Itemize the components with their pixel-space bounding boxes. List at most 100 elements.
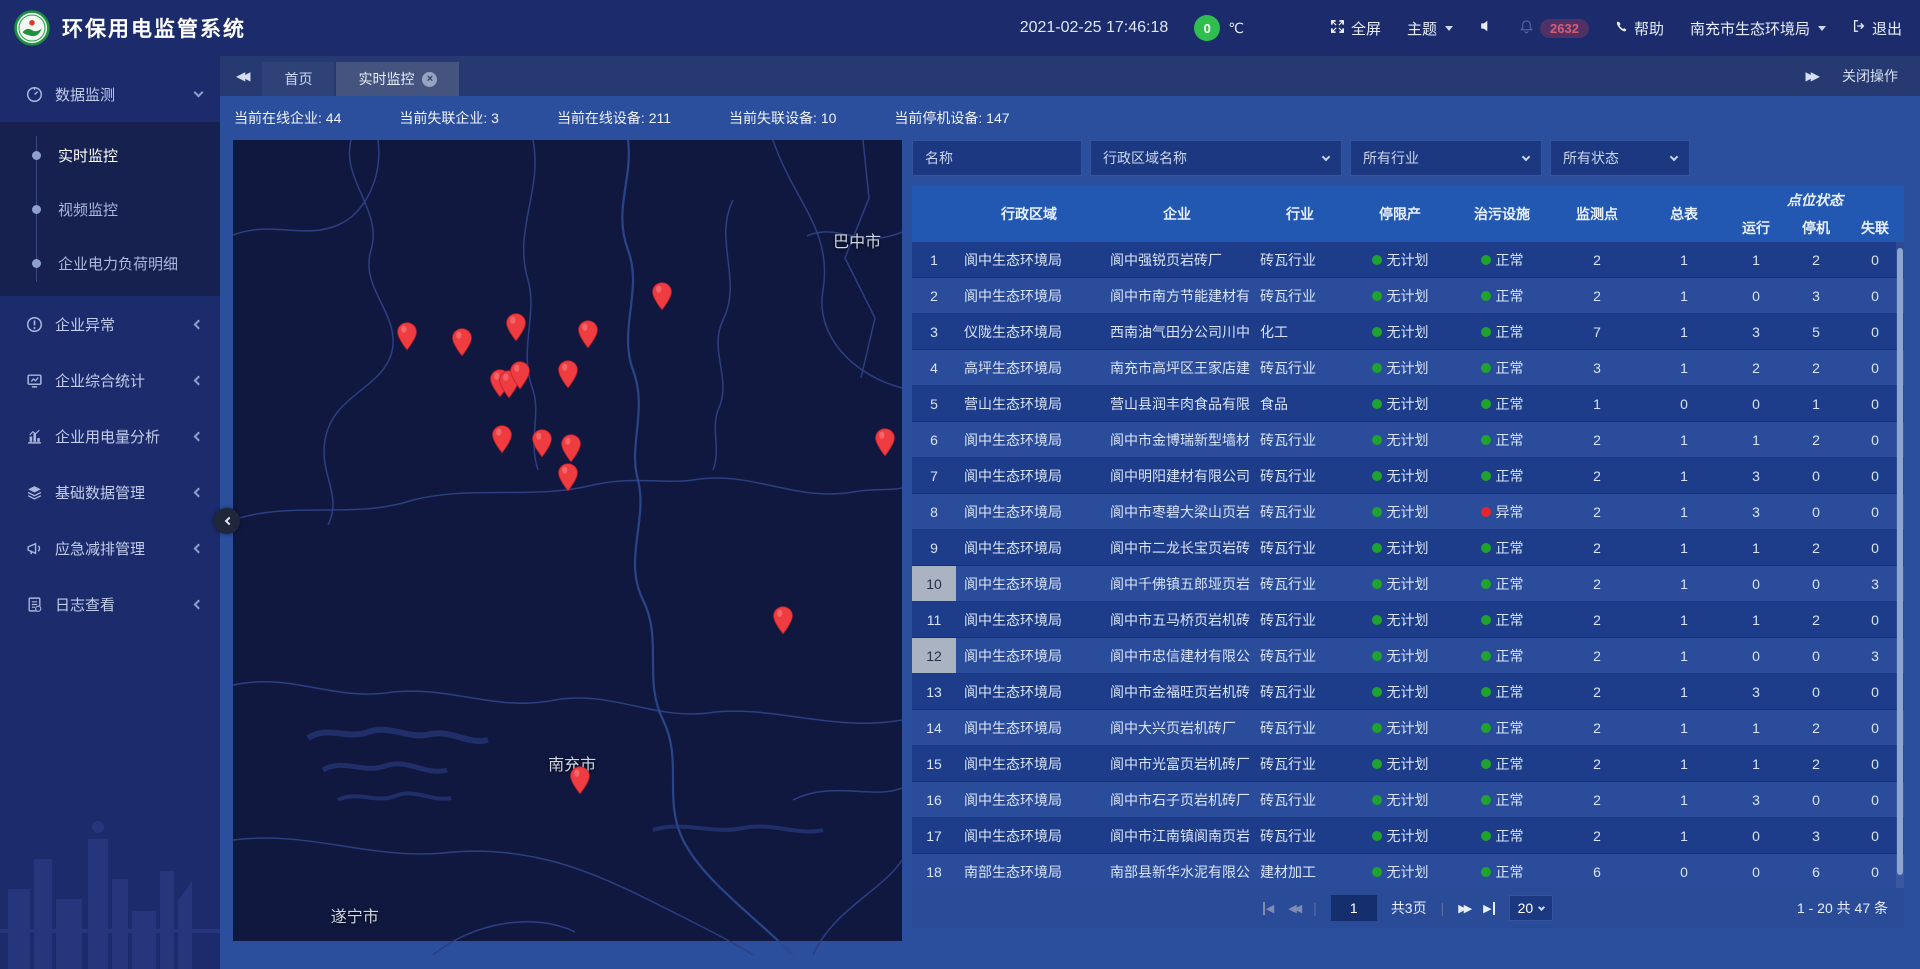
sidebar-item-企业综合统计[interactable]: 企业综合统计	[0, 352, 220, 408]
tabs-scroll-left-button[interactable]: ◀◀	[220, 56, 262, 96]
sidebar-item-应急减排管理[interactable]: 应急减排管理	[0, 520, 220, 576]
fullscreen-button[interactable]: 全屏	[1330, 18, 1381, 39]
sidebar-subitem-label: 视频监控	[58, 199, 118, 220]
table-row[interactable]: 7阆中生态环境局阆中明阳建材有限公司砖瓦行业无计划正常21300	[912, 458, 1904, 494]
cell-points: 2	[1552, 782, 1642, 817]
pagination-next-button[interactable]: ▶▶	[1458, 902, 1469, 915]
table-row[interactable]: 2阆中生态环境局阆中市南方节能建材有砖瓦行业无计划正常21030	[912, 278, 1904, 314]
tab-实时监控[interactable]: 实时监控×	[336, 62, 459, 96]
status-dot-icon	[1372, 291, 1382, 301]
map-panel[interactable]: 巴中市南充市遂宁市	[233, 140, 902, 941]
cell-industry: 砖瓦行业	[1252, 674, 1348, 709]
sidebar-item-数据监测[interactable]: 数据监测	[0, 66, 220, 122]
sidebar-subitem-企业电力负荷明细[interactable]: 企业电力负荷明细	[0, 236, 220, 290]
map-pin[interactable]	[557, 463, 579, 497]
cell-region: 高坪生态环境局	[956, 350, 1102, 385]
table-row[interactable]: 4高坪生态环境局南充市高坪区王家店建砖瓦行业无计划正常31220	[912, 350, 1904, 386]
cell-limit: 无计划	[1348, 350, 1452, 385]
table-row[interactable]: 5营山生态环境局营山县润丰肉食品有限食品无计划正常10010	[912, 386, 1904, 422]
sidebar-item-企业用电量分析[interactable]: 企业用电量分析	[0, 408, 220, 464]
map-pin[interactable]	[505, 313, 527, 347]
theme-dropdown[interactable]: 主题	[1407, 18, 1453, 39]
table-row[interactable]: 14阆中生态环境局阆中大兴页岩机砖厂砖瓦行业无计划正常21120	[912, 710, 1904, 746]
table-row[interactable]: 1阆中生态环境局阆中强锐页岩砖厂砖瓦行业无计划正常21120	[912, 242, 1904, 278]
user-menu[interactable]: 南充市生态环境局	[1690, 18, 1826, 39]
map-pin[interactable]	[569, 766, 591, 800]
sidebar-item-日志查看[interactable]: 日志查看	[0, 576, 220, 632]
status-item: 当前在线设备: 211	[557, 108, 671, 128]
table-row[interactable]: 15阆中生态环境局阆中市光富页岩机砖厂砖瓦行业无计划正常21120	[912, 746, 1904, 782]
table-row[interactable]: 17阆中生态环境局阆中市江南镇阆南页岩砖瓦行业无计划正常21030	[912, 818, 1904, 854]
map-pin[interactable]	[491, 424, 513, 458]
cell-meters: 1	[1642, 818, 1726, 853]
sidebar-item-基础数据管理[interactable]: 基础数据管理	[0, 464, 220, 520]
table-row[interactable]: 9阆中生态环境局阆中市二龙长宝页岩砖砖瓦行业无计划正常21120	[912, 530, 1904, 566]
map-pin[interactable]	[577, 319, 599, 353]
table-row[interactable]: 16阆中生态环境局阆中市石子页岩机砖厂砖瓦行业无计划正常21300	[912, 782, 1904, 818]
sidebar-item-企业异常[interactable]: 企业异常	[0, 296, 220, 352]
pagination-first-button[interactable]: ◀	[1263, 902, 1274, 915]
table-row[interactable]: 3仪陇生态环境局西南油气田分公司川中化工无计划正常71350	[912, 314, 1904, 350]
table-row[interactable]: 12阆中生态环境局阆中市忠信建材有限公砖瓦行业无计划正常21003	[912, 638, 1904, 674]
status-filter-select[interactable]: 所有状态	[1550, 140, 1690, 176]
region-filter-select[interactable]: 行政区域名称	[1090, 140, 1342, 176]
cell-region: 阆中生态环境局	[956, 242, 1102, 277]
cell-limit: 无计划	[1348, 854, 1452, 888]
status-item: 当前失联设备: 10	[729, 108, 836, 128]
tab-close-icon[interactable]: ×	[422, 72, 437, 87]
cell-industry: 化工	[1252, 314, 1348, 349]
cell-index: 13	[912, 674, 956, 709]
close-operations-button[interactable]: 关闭操作	[1842, 66, 1898, 86]
status-text: 无计划	[1387, 538, 1429, 558]
status-dot-icon	[1481, 651, 1491, 661]
map-pin[interactable]	[874, 428, 896, 462]
map-pin[interactable]	[451, 328, 473, 362]
tabs-scroll-right-button[interactable]: ▶▶	[1806, 69, 1816, 83]
cell-stop: 2	[1786, 350, 1846, 385]
cell-stop: 0	[1786, 566, 1846, 601]
sidebar-subitem-label: 企业电力负荷明细	[58, 253, 178, 274]
table-row[interactable]: 8阆中生态环境局阆中市枣碧大梁山页岩砖瓦行业无计划异常21300	[912, 494, 1904, 530]
cell-points: 2	[1552, 746, 1642, 781]
logout-button[interactable]: 退出	[1852, 18, 1902, 39]
map-pin[interactable]	[772, 606, 794, 640]
status-dot-icon	[1372, 507, 1382, 517]
tab-首页[interactable]: 首页	[262, 62, 334, 96]
map-pin[interactable]	[651, 282, 673, 316]
map-pin[interactable]	[396, 322, 418, 356]
cell-run: 0	[1726, 818, 1786, 853]
industry-filter-select[interactable]: 所有行业	[1350, 140, 1542, 176]
sidebar-subitem-视频监控[interactable]: 视频监控	[0, 182, 220, 236]
cell-run: 1	[1726, 530, 1786, 565]
cell-points: 2	[1552, 494, 1642, 529]
notifications-button[interactable]: 2632	[1519, 19, 1589, 38]
cell-index: 9	[912, 530, 956, 565]
page-size-select[interactable]: 20	[1509, 895, 1554, 921]
status-dot-icon	[1481, 723, 1491, 733]
table-row[interactable]: 10阆中生态环境局阆中千佛镇五郎垭页岩砖瓦行业无计划正常21003	[912, 566, 1904, 602]
status-dot-icon	[1481, 291, 1491, 301]
map-pin[interactable]	[509, 361, 531, 395]
cell-limit: 无计划	[1348, 674, 1452, 709]
table-row[interactable]: 11阆中生态环境局阆中市五马桥页岩机砖砖瓦行业无计划正常21120	[912, 602, 1904, 638]
status-text: 正常	[1496, 538, 1524, 558]
sidebar-subitem-实时监控[interactable]: 实时监控	[0, 128, 220, 182]
pagination-prev-button[interactable]: ◀◀	[1288, 902, 1299, 915]
cell-facility: 正常	[1452, 350, 1552, 385]
sound-toggle-button[interactable]	[1479, 19, 1493, 37]
map-pin[interactable]	[557, 359, 579, 393]
table-row[interactable]: 18南部生态环境局南部县新华水泥有限公建材加工无计划正常60060	[912, 854, 1904, 888]
scrollbar-thumb[interactable]	[1897, 248, 1903, 875]
cell-run: 1	[1726, 602, 1786, 637]
cell-index: 7	[912, 458, 956, 493]
app-root: 环保用电监管系统 2021-02-25 17:46:18 0 ℃ 全屏 主题 2…	[0, 0, 1920, 969]
page-number-input[interactable]: 1	[1331, 895, 1377, 921]
name-filter-input[interactable]	[912, 140, 1082, 176]
map-pin[interactable]	[531, 428, 553, 462]
col-company: 企业	[1102, 186, 1252, 242]
pagination-last-button[interactable]: ▶	[1483, 902, 1494, 915]
table-row[interactable]: 13阆中生态环境局阆中市金福旺页岩机砖砖瓦行业无计划正常21300	[912, 674, 1904, 710]
table-row[interactable]: 6阆中生态环境局阆中市金博瑞新型墙材砖瓦行业无计划正常21120	[912, 422, 1904, 458]
status-text: 正常	[1496, 466, 1524, 486]
help-button[interactable]: 帮助	[1615, 18, 1664, 39]
